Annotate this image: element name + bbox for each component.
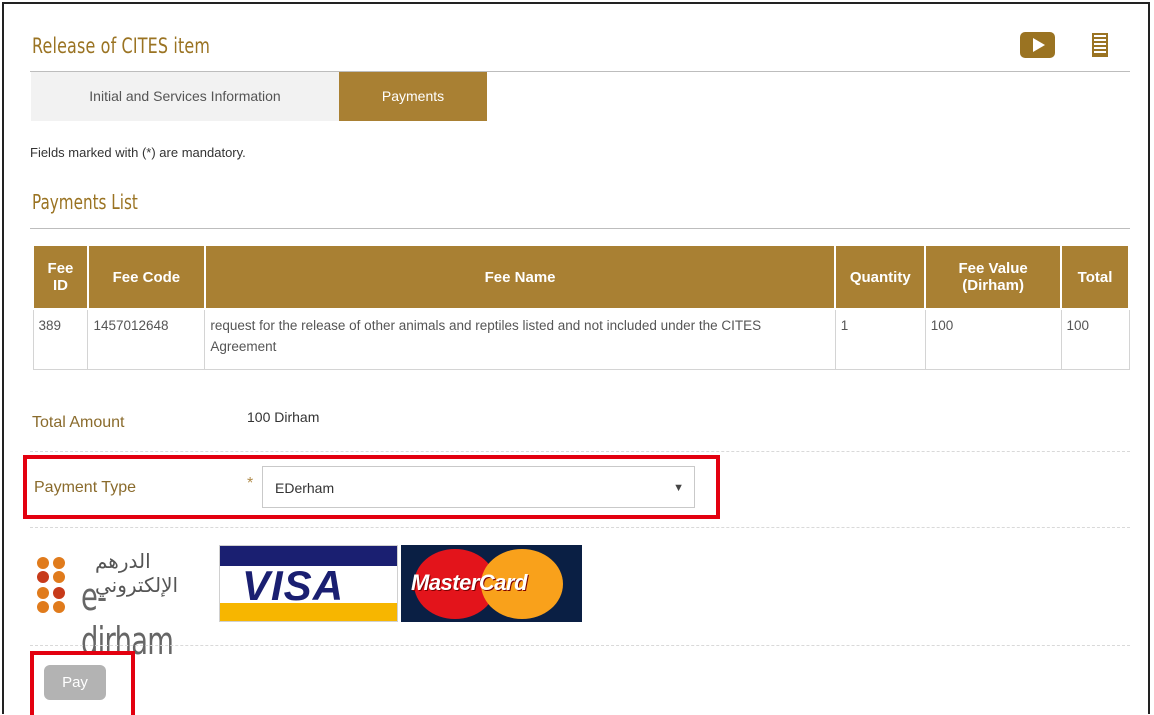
mastercard-text: MasterCard xyxy=(411,570,528,595)
payments-list-title: Payments List xyxy=(32,190,138,214)
table-row: 389 1457012648 request for the release o… xyxy=(32,308,1130,370)
total-amount-label: Total Amount xyxy=(32,414,125,431)
section-divider xyxy=(30,228,1130,229)
payment-type-label: Payment Type xyxy=(34,479,136,496)
page-title: Release of CITES item xyxy=(32,34,211,58)
cell-fee-code: 1457012648 xyxy=(87,308,206,370)
cell-fee-value: 100 xyxy=(924,308,1062,370)
cell-quantity: 1 xyxy=(834,308,926,370)
total-amount-value: 100 Dirham xyxy=(247,409,320,425)
column-header-fee-id: Fee ID xyxy=(32,244,89,310)
cell-total: 100 xyxy=(1060,308,1130,370)
chevron-down-icon: ▼ xyxy=(673,482,684,494)
required-marker: * xyxy=(247,475,254,492)
edirham-text: e-dirham xyxy=(81,575,174,663)
payments-table: Fee ID Fee Code Fee Name Quantity Fee Va… xyxy=(32,244,1130,370)
divider xyxy=(30,451,1130,452)
divider xyxy=(30,645,1130,646)
table-header-row: Fee ID Fee Code Fee Name Quantity Fee Va… xyxy=(32,244,1130,310)
column-header-quantity: Quantity xyxy=(834,244,927,310)
mastercard-logo: MasterCard xyxy=(401,545,582,622)
visa-logo: VISA xyxy=(219,545,398,622)
tab-payments[interactable]: Payments xyxy=(339,72,487,121)
column-header-fee-name: Fee Name xyxy=(203,244,837,310)
payment-type-selected-value: EDerham xyxy=(275,480,335,496)
pay-button[interactable]: Pay xyxy=(44,665,106,700)
cell-fee-name: request for the release of other animals… xyxy=(204,308,836,370)
title-bar: Release of CITES item xyxy=(30,30,1130,72)
cell-fee-id: 389 xyxy=(32,308,89,370)
mandatory-note: Fields marked with (*) are mandatory. xyxy=(30,145,246,160)
payment-type-select[interactable]: EDerham ▼ xyxy=(262,466,695,508)
edirham-logo: الدرهم الإلكتروني e-dirham xyxy=(33,545,218,663)
column-header-fee-value: Fee Value (Dirham) xyxy=(924,244,1063,310)
tab-initial-services-information[interactable]: Initial and Services Information xyxy=(31,72,339,121)
column-header-fee-code: Fee Code xyxy=(86,244,206,310)
divider xyxy=(30,527,1130,528)
video-play-icon[interactable] xyxy=(1020,32,1055,58)
column-header-total: Total xyxy=(1060,244,1130,310)
document-icon[interactable] xyxy=(1092,33,1108,57)
visa-text: VISA xyxy=(242,562,345,609)
edirham-mark-icon xyxy=(37,557,65,613)
visa-band-bottom xyxy=(220,603,397,621)
